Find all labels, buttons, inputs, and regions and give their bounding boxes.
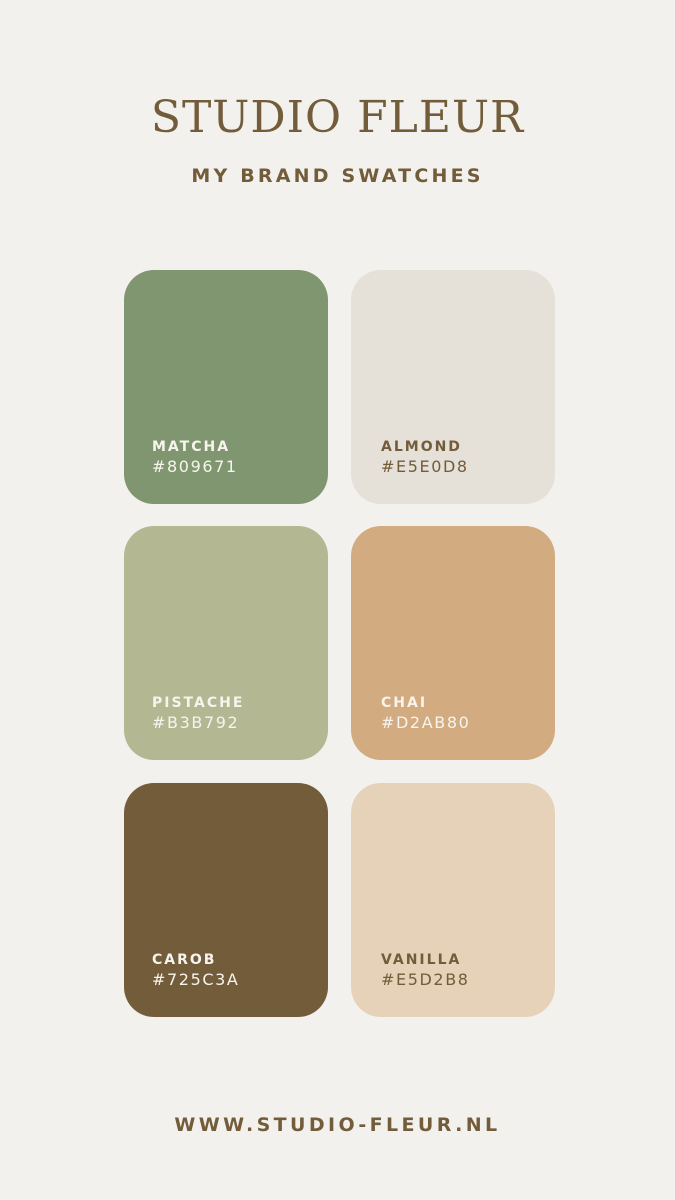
swatch-carob: CAROB #725C3A [124,783,328,1017]
swatch-name: PISTACHE [152,695,245,711]
swatch-name: MATCHA [152,439,231,455]
swatch-name: CAROB [152,952,217,968]
swatch-hex-code: #E5E0D8 [381,457,469,476]
swatch-hex-code: #B3B792 [152,713,240,732]
swatch-hex-code: #725C3A [152,970,240,989]
swatch-name: VANILLA [381,952,462,968]
swatch-vanilla: VANILLA #E5D2B8 [351,783,555,1017]
website-url[interactable]: WWW.STUDIO-FLEUR.NL [0,1113,675,1137]
brand-title: STUDIO FLEUR [150,92,525,143]
swatch-hex-code: #809671 [152,457,238,476]
swatch-hex-code: #E5D2B8 [381,970,470,989]
swatch-hex-code: #D2AB80 [381,713,471,732]
swatch-name: CHAI [381,695,428,711]
brand-subtitle: MY BRAND SWATCHES [191,165,484,187]
swatch-pistache: PISTACHE #B3B792 [124,526,328,760]
swatch-matcha: MATCHA #809671 [124,270,328,504]
swatch-name: ALMOND [381,439,462,455]
swatch-chai: CHAI #D2AB80 [351,526,555,760]
swatch-almond: ALMOND #E5E0D8 [351,270,555,504]
